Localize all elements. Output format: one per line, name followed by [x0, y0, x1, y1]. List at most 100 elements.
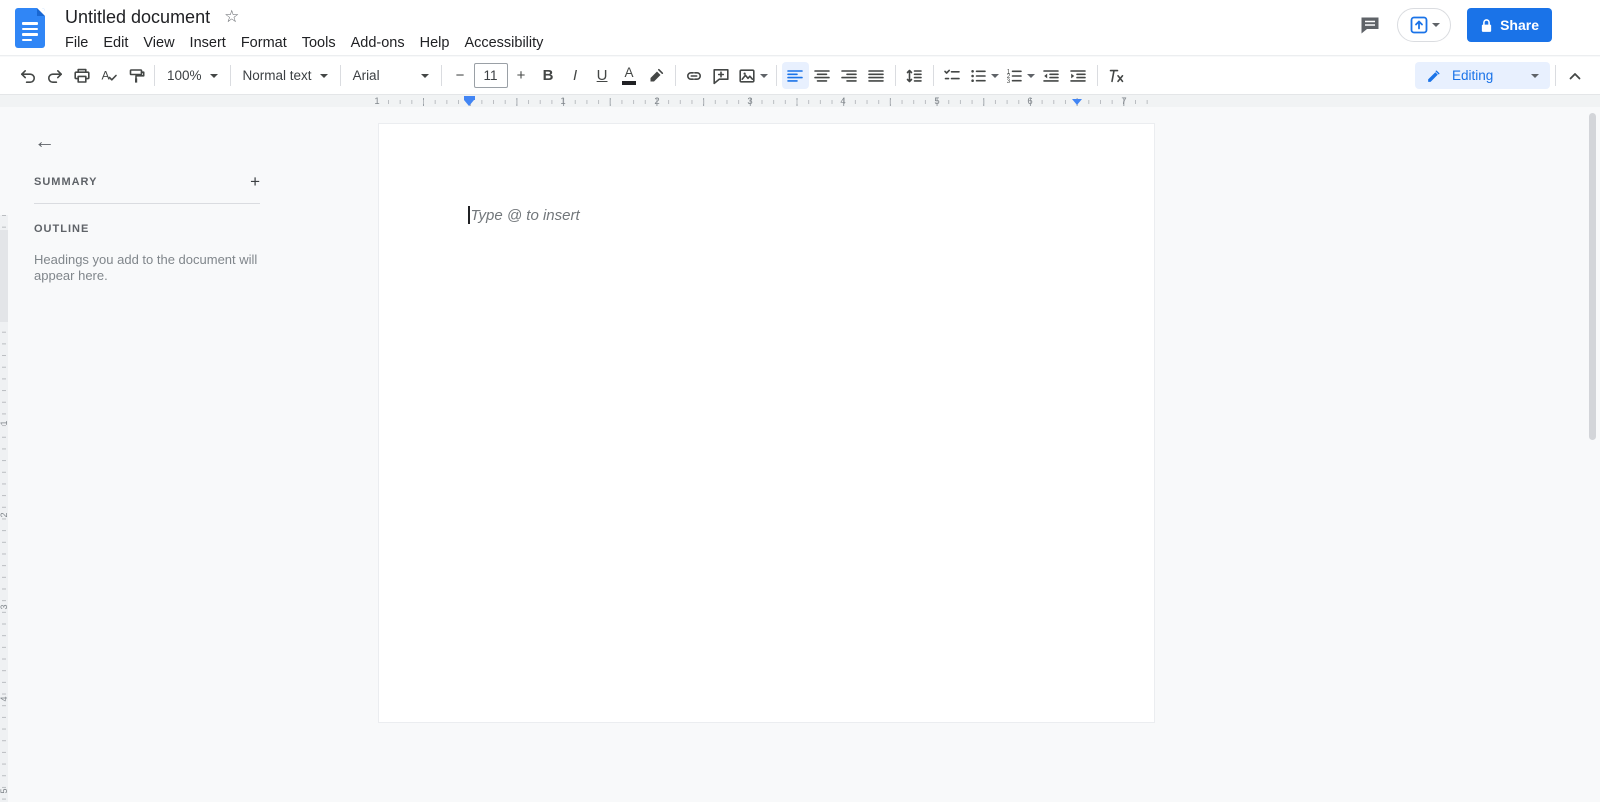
outline-sidebar: ← SUMMARY + OUTLINE Headings you add to …: [8, 107, 338, 284]
document-placeholder: Type @ to insert: [470, 206, 580, 224]
chevron-down-icon: [420, 73, 429, 78]
hide-menus-button[interactable]: [1561, 62, 1588, 89]
align-center-button[interactable]: [809, 62, 836, 89]
outline-empty-text: Headings you add to the document will ap…: [34, 252, 258, 283]
insert-link-button[interactable]: [681, 62, 708, 89]
paint-format-button[interactable]: [122, 62, 149, 89]
redo-icon: [47, 69, 62, 83]
present-button[interactable]: [1397, 8, 1452, 42]
align-left-button[interactable]: [781, 62, 809, 89]
menu-view[interactable]: View: [143, 35, 174, 51]
star-icon[interactable]: ☆: [224, 7, 239, 27]
lock-icon: [1481, 18, 1492, 32]
zoom-select[interactable]: 100%: [160, 62, 225, 89]
vertical-scrollbar[interactable]: [1589, 113, 1596, 440]
top-bar: Untitled document ☆ File Edit View Inser…: [0, 0, 1600, 56]
toolbar-separator: [1096, 65, 1098, 86]
font-size-decrease-button[interactable]: −: [447, 62, 474, 89]
menu-format[interactable]: Format: [241, 35, 287, 51]
underline-button[interactable]: U: [589, 62, 616, 89]
document-first-line[interactable]: Type @ to insert: [468, 206, 580, 224]
chevron-down-icon: [1531, 73, 1539, 78]
editing-mode-button[interactable]: Editing: [1415, 62, 1550, 89]
present-arrow-icon: [1410, 16, 1428, 34]
toolbar: A 100% Normal text Arial − 11 + B I U A: [0, 57, 1600, 94]
horizontal-ruler[interactable]: 1 1 2 3 4 5 6 7: [0, 94, 1600, 108]
toolbar-separator: [339, 65, 341, 86]
toolbar-separator: [674, 65, 676, 86]
print-button[interactable]: [68, 62, 95, 89]
zoom-value: 100%: [167, 68, 202, 83]
font-size-input[interactable]: 11: [473, 63, 508, 88]
title-area: Untitled document ☆ File Edit View Inser…: [65, 4, 543, 55]
menu-tools[interactable]: Tools: [302, 35, 336, 51]
decrease-indent-icon: [1043, 69, 1059, 82]
styles-select[interactable]: Normal text: [236, 62, 335, 89]
left-indent-marker[interactable]: [464, 96, 475, 106]
ruler-number: 5: [0, 788, 9, 794]
add-comment-button[interactable]: [708, 62, 735, 89]
highlighter-icon: [650, 68, 664, 81]
font-size-increase-button[interactable]: +: [508, 62, 535, 89]
chevron-down-icon: [1027, 73, 1036, 78]
clear-formatting-button[interactable]: [1103, 62, 1130, 89]
redo-button[interactable]: [41, 62, 68, 89]
menu-insert[interactable]: Insert: [190, 35, 226, 51]
ruler-number: 5: [934, 96, 940, 107]
menu-accessibility[interactable]: Accessibility: [464, 35, 543, 51]
menu-addons[interactable]: Add-ons: [351, 35, 405, 51]
menu-file[interactable]: File: [65, 35, 88, 51]
document-page[interactable]: Type @ to insert: [378, 123, 1155, 723]
docs-logo-icon[interactable]: [15, 8, 45, 48]
increase-indent-icon: [1070, 69, 1086, 82]
svg-text:A: A: [101, 68, 109, 82]
toolbar-separator: [154, 65, 155, 86]
share-button[interactable]: Share: [1467, 8, 1552, 42]
document-title[interactable]: Untitled document: [65, 7, 210, 28]
add-summary-button[interactable]: +: [250, 173, 260, 190]
toolbar-separator: [229, 65, 231, 86]
comment-history-icon: [1361, 17, 1379, 34]
menu-edit[interactable]: Edit: [103, 35, 128, 51]
checklist-icon: [944, 69, 960, 79]
ruler-number: 2: [654, 96, 660, 107]
styles-value: Normal text: [242, 68, 312, 83]
chevron-down-icon: [991, 73, 1000, 78]
bold-icon: B: [542, 67, 554, 84]
highlight-color-button[interactable]: [643, 62, 670, 89]
line-spacing-button[interactable]: [901, 62, 928, 89]
numbered-list-button[interactable]: 1 2 3: [1002, 62, 1038, 89]
plus-icon: +: [516, 67, 526, 84]
increase-indent-button[interactable]: [1065, 62, 1092, 89]
ruler-number: 6: [1027, 96, 1033, 107]
checklist-button[interactable]: [939, 62, 966, 89]
undo-icon: [20, 69, 35, 83]
add-comment-icon: [713, 68, 729, 84]
paint-format-icon: [129, 68, 144, 83]
right-indent-marker[interactable]: [1072, 99, 1082, 105]
ruler-number: 1: [0, 420, 9, 426]
bold-button[interactable]: B: [535, 62, 562, 89]
menu-help[interactable]: Help: [420, 35, 450, 51]
align-right-button[interactable]: [836, 62, 863, 89]
align-center-icon: [814, 69, 830, 82]
align-right-icon: [841, 69, 857, 82]
undo-button[interactable]: [14, 62, 41, 89]
close-sidebar-button[interactable]: ←: [34, 130, 55, 154]
italic-button[interactable]: I: [562, 62, 589, 89]
decrease-indent-button[interactable]: [1038, 62, 1065, 89]
justify-button[interactable]: [863, 62, 890, 89]
underline-icon: U: [596, 67, 608, 84]
text-color-button[interactable]: A: [616, 62, 643, 89]
bulleted-list-button[interactable]: [966, 62, 1002, 89]
spell-check-icon: A: [101, 68, 117, 82]
sidebar-divider: [34, 203, 260, 204]
first-line-indent-marker[interactable]: [464, 96, 475, 100]
ruler-number: 2: [0, 512, 9, 518]
vertical-ruler[interactable]: 1 2 3 4 5: [0, 215, 9, 802]
comment-history-button[interactable]: [1359, 15, 1381, 35]
toolbar-separator: [440, 65, 442, 86]
spell-check-button[interactable]: A: [95, 62, 122, 89]
insert-image-button[interactable]: [735, 62, 771, 89]
font-select[interactable]: Arial: [346, 62, 436, 89]
